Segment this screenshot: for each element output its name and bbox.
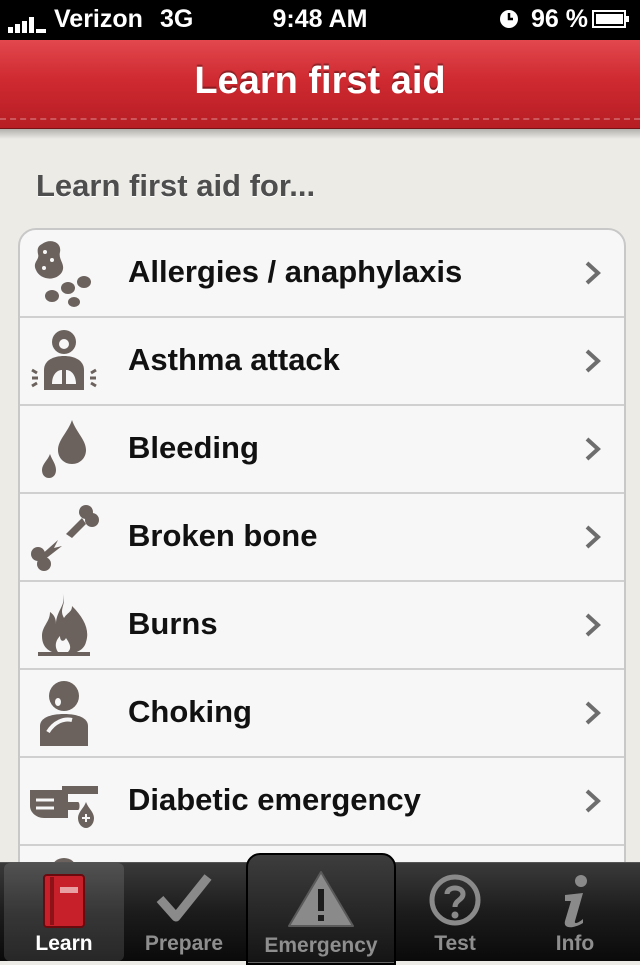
list-item-label: Diabetic emergency (128, 782, 421, 817)
tab-emergency[interactable]: Emergency (246, 853, 396, 965)
chevron-right-icon (585, 701, 601, 725)
section-header: Learn first aid for... (36, 168, 316, 203)
list-item-label: Asthma attack (128, 342, 340, 377)
warning-icon (288, 871, 354, 927)
tab-label: Learn (35, 932, 93, 955)
nav-shadow (0, 129, 640, 139)
battery-icon (592, 10, 629, 28)
broken-bone-icon (31, 505, 99, 571)
list-item-label: Allergies / anaphylaxis (128, 254, 463, 289)
tab-label: Test (434, 932, 476, 955)
list-item-bleeding[interactable]: Bleeding (20, 406, 624, 494)
tab-label: Emergency (264, 934, 378, 957)
list-item-label: Burns (128, 606, 218, 641)
battery-percentage: 96 % (531, 5, 588, 33)
navigation-bar: Learn first aid (0, 40, 640, 129)
list-item-allergies[interactable]: Allergies / anaphylaxis (20, 230, 624, 318)
list-item-label: Broken bone (128, 518, 318, 553)
list-item-diabetic[interactable]: Diabetic emergency (20, 758, 624, 846)
info-icon (564, 875, 587, 928)
fire-icon (38, 592, 90, 656)
tab-learn[interactable]: Learn (4, 863, 124, 961)
status-bar: Verizon 3G 9:48 AM 96 % (0, 0, 640, 40)
list-item-asthma[interactable]: Asthma attack (20, 318, 624, 406)
peanut-icon (34, 241, 91, 307)
chevron-right-icon (585, 349, 601, 373)
chevron-right-icon (585, 789, 601, 813)
tab-bar: Learn Prepare Emergency Test Info (0, 853, 640, 965)
tab-label: Info (555, 932, 595, 955)
chevron-right-icon (585, 525, 601, 549)
diabetes-icon (30, 786, 98, 828)
question-icon (429, 874, 481, 926)
list-item-label: Choking (128, 694, 252, 729)
topic-list: Allergies / anaphylaxis Asthma attack Bl… (18, 228, 626, 872)
list-item-label: Bleeding (128, 430, 259, 465)
tab-info[interactable]: Info (516, 863, 634, 961)
tab-prepare[interactable]: Prepare (126, 863, 242, 961)
lungs-icon (31, 330, 97, 390)
choking-icon (40, 681, 88, 746)
chevron-right-icon (585, 261, 601, 285)
tab-test[interactable]: Test (396, 863, 514, 961)
list-item-broken-bone[interactable]: Broken bone (20, 494, 624, 582)
tab-label: Prepare (144, 932, 224, 955)
page-title: Learn first aid (194, 60, 446, 102)
list-item-burns[interactable]: Burns (20, 582, 624, 670)
chevron-right-icon (585, 437, 601, 461)
alarm-clock-icon (500, 10, 518, 28)
checkmark-icon (156, 874, 212, 922)
chevron-right-icon (585, 613, 601, 637)
book-icon (43, 874, 85, 928)
list-item-choking[interactable]: Choking (20, 670, 624, 758)
blood-drop-icon (42, 420, 86, 478)
